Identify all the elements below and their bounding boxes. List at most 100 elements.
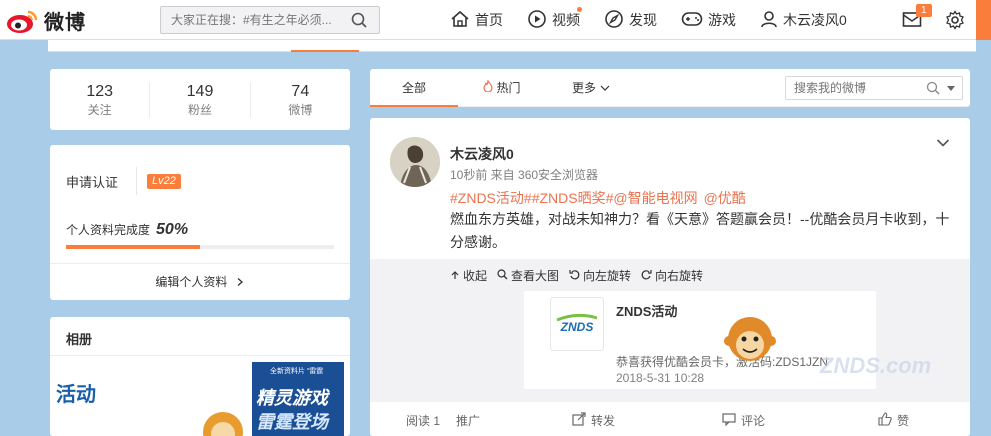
collapse-label: 收起	[463, 269, 488, 283]
avatar[interactable]	[390, 137, 440, 187]
rotate-left-label: 向左旋转	[583, 269, 632, 283]
search-icon[interactable]	[926, 81, 940, 98]
stat-followers-count: 149	[186, 82, 214, 100]
my-weibo-search-input[interactable]	[786, 81, 916, 95]
stat-posts-label: 微博	[288, 102, 313, 117]
mail-icon	[902, 12, 922, 31]
tab-hot-label: 热门	[496, 80, 521, 95]
read-count: 阅读 1	[406, 414, 441, 428]
mail-count-badge: 1	[916, 4, 932, 17]
rotate-left-button[interactable]: 向左旋转	[569, 267, 631, 284]
gear-icon	[945, 10, 965, 33]
weibo-eye-icon	[6, 8, 40, 34]
forward-label: 转发	[591, 414, 616, 428]
monkey-mascot-icon	[723, 313, 777, 372]
nav-video-label: 视频	[552, 12, 580, 28]
completion-progress-bar	[66, 245, 334, 249]
feed-tabs: 全部 热门 更多	[370, 69, 970, 107]
tab-more-label: 更多	[571, 80, 596, 95]
edit-profile-label: 编辑个人资料	[155, 275, 228, 289]
comment-label: 评论	[741, 414, 766, 428]
chevron-down-icon	[600, 69, 610, 107]
view-large-button[interactable]: 查看大图	[497, 267, 559, 284]
album-thumbnail[interactable]: 全新资料片 “雷霆 精灵游戏 雷霆登场	[252, 362, 344, 436]
like-label: 赞	[897, 414, 910, 428]
monkey-mascot-icon	[200, 406, 246, 436]
weibo-logo[interactable]: 微博	[6, 6, 86, 35]
chevron-right-icon	[231, 275, 245, 289]
forward-icon	[572, 412, 586, 429]
nav-user[interactable]: 木云凌风0	[760, 10, 847, 31]
mention-link[interactable]: @智能电视网	[613, 190, 697, 206]
comment-button[interactable]: 评论	[722, 412, 765, 429]
divider	[50, 355, 350, 356]
post-menu-button[interactable]	[936, 137, 950, 151]
nav-home[interactable]: 首页	[450, 10, 503, 31]
stat-followers[interactable]: 149 粉丝	[150, 81, 251, 118]
promote-button[interactable]: 推广	[456, 412, 480, 429]
apply-verify-link[interactable]: 申请认证	[66, 172, 118, 191]
album-thumbnail-caption: 全新资料片 “雷霆	[270, 368, 324, 375]
view-large-label: 查看大图	[511, 269, 560, 283]
album-thumbnail-text: 活动	[56, 384, 96, 406]
nav-discover[interactable]: 发现	[604, 9, 657, 32]
caret-down-icon[interactable]	[947, 86, 955, 91]
global-search-input[interactable]	[161, 7, 341, 33]
post-meta: 10秒前 来自 360安全浏览器	[450, 168, 599, 182]
stats-card: 123 关注 149 粉丝 74 微博	[50, 69, 350, 130]
album-card: 相册 活动 全新资料片 “雷霆 精灵游戏 雷霆登场	[50, 317, 350, 436]
level-badge[interactable]: Lv22	[147, 173, 181, 189]
new-dot-badge	[577, 6, 582, 12]
like-button[interactable]: 赞	[878, 412, 909, 429]
post-tags: #ZNDS活动##ZNDS晒奖#@智能电视网 @优酷	[450, 188, 752, 208]
forward-button[interactable]: 转发	[572, 412, 615, 429]
album-thumbnail-text: 精灵游戏	[256, 388, 328, 408]
album-thumbnail[interactable]: 活动	[50, 362, 250, 436]
tab-hot[interactable]: 热门	[458, 69, 546, 107]
zoom-icon	[497, 268, 508, 283]
my-weibo-search[interactable]	[785, 76, 963, 100]
messages-button[interactable]: 1	[902, 4, 932, 31]
completion-progress-fill	[66, 245, 200, 249]
tab-more[interactable]: 更多	[546, 69, 636, 107]
collapse-button[interactable]: 收起	[450, 267, 487, 284]
mention-link[interactable]: @优酷	[704, 190, 746, 206]
video-icon	[527, 9, 547, 32]
stat-posts[interactable]: 74 微博	[251, 82, 350, 118]
media-toolbar: 收起 查看大图 向左旋转 向右旋转	[450, 267, 703, 284]
tab-all[interactable]: 全部	[370, 69, 458, 107]
nav-game[interactable]: 游戏	[681, 10, 736, 31]
edit-profile-link[interactable]: 编辑个人资料	[50, 263, 350, 300]
nav-video[interactable]: 视频	[527, 6, 582, 32]
stat-posts-count: 74	[291, 82, 310, 100]
search-icon[interactable]	[351, 12, 367, 31]
stat-following-count: 123	[86, 82, 114, 100]
nav-home-label: 首页	[475, 12, 503, 28]
main-nav: 首页 视频 发现 游戏 木云凌风0	[450, 0, 871, 40]
stat-following-label: 关注	[87, 102, 112, 117]
stat-following[interactable]: 123 关注	[50, 81, 151, 118]
topic-link[interactable]: #ZNDS晒奖#	[532, 190, 614, 206]
znds-watermark: ZNDS.com	[820, 353, 932, 378]
post-content: 燃血东方英雄，对战未知神力？看《天意》答题赢会员！--优酷会员月卡收到，十分感谢…	[450, 211, 950, 250]
compass-icon	[604, 9, 624, 32]
settings-button[interactable]	[945, 10, 965, 33]
profile-card: 申请认证 Lv22 个人资料完成度 50% 编辑个人资料	[50, 145, 350, 300]
mini-card-description: 恭喜获得优酷会员卡，激活码:ZDS1JZN	[616, 355, 829, 369]
rotate-right-label: 向右旋转	[655, 269, 704, 283]
post-actions: 阅读 1 推广 转发 评论 赞	[370, 402, 970, 436]
rotate-right-icon	[641, 269, 652, 283]
chevron-down-icon	[936, 137, 950, 151]
thumbs-up-icon	[878, 412, 892, 429]
completion-label: 个人资料完成度	[66, 223, 151, 237]
top-navigation-bar: 微博 首页 视频 发现 游戏 木云凌风0 1	[0, 0, 991, 40]
completion-percent: 50%	[156, 221, 189, 238]
global-search[interactable]	[160, 6, 380, 34]
album-thumbnail-text: 雷霆登场	[256, 412, 328, 432]
post-username[interactable]: 木云凌风0	[450, 144, 514, 164]
rotate-right-button[interactable]: 向右旋转	[641, 267, 703, 284]
weibo-post: 木云凌风0 10秒前 来自 360安全浏览器 #ZNDS活动##ZNDS晒奖#@…	[370, 118, 970, 436]
topic-link[interactable]: #ZNDS活动#	[450, 190, 532, 206]
sub-navigation-bar	[48, 40, 976, 52]
nav-game-label: 游戏	[708, 12, 736, 28]
